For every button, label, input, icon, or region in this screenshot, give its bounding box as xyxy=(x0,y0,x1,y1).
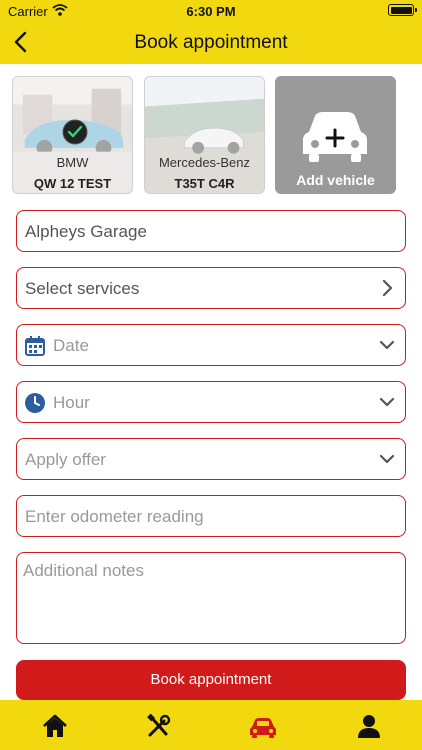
chevron-down-icon xyxy=(379,340,395,350)
garage-value: Alpheys Garage xyxy=(25,222,147,241)
battery-icon xyxy=(388,4,417,16)
date-dropdown[interactable]: Date xyxy=(16,324,406,366)
garage-field[interactable]: Alpheys Garage xyxy=(16,210,406,252)
app-root: Carrier 6:30 PM Book appointment BMW QW … xyxy=(0,0,422,750)
chevron-right-icon xyxy=(382,280,393,296)
add-vehicle-button[interactable]: Add vehicle xyxy=(275,76,396,194)
notes-textarea[interactable]: Additional notes xyxy=(16,552,406,644)
vehicle-make: BMW xyxy=(56,155,89,170)
calendar-icon xyxy=(25,336,45,356)
hour-dropdown[interactable]: Hour xyxy=(16,381,406,423)
services-selector[interactable]: Select services xyxy=(16,267,406,309)
car-icon[interactable] xyxy=(248,713,278,739)
vehicle-card-bmw[interactable]: BMW QW 12 TEST xyxy=(12,76,133,194)
chevron-down-icon xyxy=(379,397,395,407)
selected-check-icon xyxy=(62,119,88,145)
add-vehicle-label: Add vehicle xyxy=(296,172,375,188)
clock-icon xyxy=(25,393,45,413)
vehicle-plate: T35T C4R xyxy=(174,176,235,191)
offer-placeholder: Apply offer xyxy=(25,450,106,469)
home-icon[interactable] xyxy=(40,713,70,739)
clock: 6:30 PM xyxy=(186,4,236,19)
hour-placeholder: Hour xyxy=(53,393,90,412)
chevron-down-icon xyxy=(379,454,395,464)
vehicle-selector: BMW QW 12 TEST Mercedes-Benz T35T C4R Ad… xyxy=(12,76,412,196)
tools-icon[interactable] xyxy=(144,713,174,739)
offer-dropdown[interactable]: Apply offer xyxy=(16,438,406,480)
status-bar: Carrier 6:30 PM xyxy=(0,0,422,22)
vehicle-card-mercedes[interactable]: Mercedes-Benz T35T C4R xyxy=(144,76,265,194)
tab-bar xyxy=(0,700,422,750)
book-appointment-button[interactable]: Book appointment xyxy=(16,660,406,700)
add-car-icon xyxy=(303,112,367,162)
page-title: Book appointment xyxy=(134,32,288,53)
vehicle-plate: QW 12 TEST xyxy=(33,176,112,191)
odometer-placeholder: Enter odometer reading xyxy=(25,507,204,526)
vehicle-make: Mercedes-Benz xyxy=(158,155,251,170)
services-label: Select services xyxy=(25,279,140,298)
date-placeholder: Date xyxy=(53,336,89,355)
notes-placeholder: Additional notes xyxy=(23,561,144,580)
odometer-input[interactable]: Enter odometer reading xyxy=(16,495,406,537)
header: Carrier 6:30 PM Book appointment xyxy=(0,0,422,64)
nav-bar: Book appointment xyxy=(0,22,422,64)
person-icon[interactable] xyxy=(354,713,384,739)
